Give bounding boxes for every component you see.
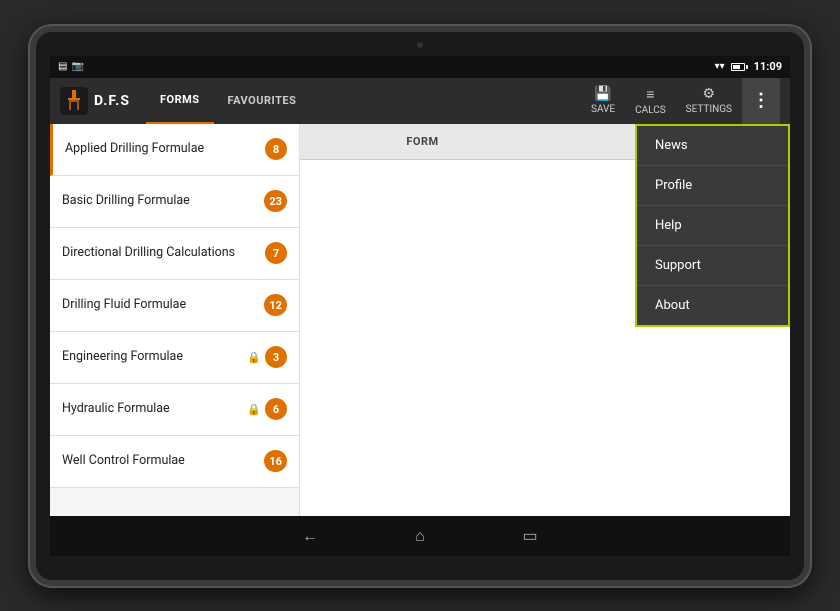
sidebar-item-right: 🔒 3	[247, 346, 287, 368]
dropdown-profile[interactable]: Profile	[637, 166, 788, 206]
screenshot-icon: ▤	[58, 61, 67, 72]
calcs-label: CALCS	[635, 105, 666, 116]
badge: 16	[264, 450, 287, 472]
app-name: D.F.S	[94, 93, 130, 109]
settings-icon: ⚙	[703, 86, 716, 102]
calcs-icon: ≡	[646, 86, 654, 103]
bottom-nav: ← ⌂ ▭	[50, 516, 790, 556]
badge: 23	[264, 190, 287, 212]
wifi-icon: ▾▾	[715, 61, 725, 72]
dropdown-support[interactable]: Support	[637, 246, 788, 286]
sidebar-item-directional-drilling[interactable]: Directional Drilling Calculations 7	[50, 228, 299, 280]
save-label: SAVE	[591, 104, 615, 115]
logo-area: D.F.S	[60, 87, 130, 115]
save-button[interactable]: 💾 SAVE	[581, 78, 625, 124]
badge: 7	[265, 242, 287, 264]
sidebar-item-right: 8	[265, 138, 287, 160]
status-bar-left: ▤ 📷	[58, 61, 84, 72]
sidebar-item-label: Drilling Fluid Formulae	[62, 297, 264, 313]
recent-icon: ▭	[522, 526, 537, 545]
app-logo	[60, 87, 88, 115]
status-bar: ▤ 📷 ▾▾ 11:09	[50, 56, 790, 78]
sidebar-item-drilling-fluid[interactable]: Drilling Fluid Formulae 12	[50, 280, 299, 332]
top-nav: D.F.S FORMS FAVOURITES 💾 SAVE ≡ CALCS ⚙ …	[50, 78, 790, 124]
home-button[interactable]: ⌂	[405, 526, 435, 546]
back-button[interactable]: ←	[295, 526, 325, 546]
right-panel: FORM METHOD News Profile Help Support Ab…	[300, 124, 790, 516]
calcs-button[interactable]: ≡ CALCS	[625, 78, 676, 124]
tablet-screen: ▤ 📷 ▾▾ 11:09	[50, 56, 790, 556]
sidebar-item-right: 23	[264, 190, 287, 212]
save-icon: 💾	[594, 86, 611, 102]
camera-dot	[417, 42, 423, 48]
sidebar-item-engineering[interactable]: Engineering Formulae 🔒 3	[50, 332, 299, 384]
more-button[interactable]: ⋮	[742, 78, 780, 124]
lock-icon: 🔒	[247, 351, 261, 364]
tab-forms[interactable]: FORMS	[146, 78, 214, 124]
sidebar-item-right: 16	[264, 450, 287, 472]
more-icon: ⋮	[752, 90, 770, 111]
sidebar-item-label: Engineering Formulae	[62, 349, 247, 365]
dropdown-menu: News Profile Help Support About	[635, 124, 790, 327]
clock: 11:09	[754, 60, 782, 73]
sidebar-item-label: Hydraulic Formulae	[62, 401, 247, 417]
sidebar-item-label: Basic Drilling Formulae	[62, 193, 264, 209]
status-bar-right: ▾▾ 11:09	[715, 60, 782, 73]
settings-label: SETTINGS	[686, 104, 732, 115]
sidebar-item-hydraulic[interactable]: Hydraulic Formulae 🔒 6	[50, 384, 299, 436]
sidebar-item-basic-drilling[interactable]: Basic Drilling Formulae 23	[50, 176, 299, 228]
sidebar-item-right: 7	[265, 242, 287, 264]
sidebar-item-label: Applied Drilling Formulae	[65, 141, 265, 157]
sidebar-item-label: Directional Drilling Calculations	[62, 245, 265, 261]
nav-actions: 💾 SAVE ≡ CALCS ⚙ SETTINGS ⋮	[581, 78, 780, 124]
dropdown-help[interactable]: Help	[637, 206, 788, 246]
back-icon: ←	[302, 526, 318, 545]
tablet-frame: ▤ 📷 ▾▾ 11:09	[30, 26, 810, 586]
sidebar-item-label: Well Control Formulae	[62, 453, 264, 469]
sidebar-item-well-control[interactable]: Well Control Formulae 16	[50, 436, 299, 488]
sidebar-item-right: 12	[264, 294, 287, 316]
main-content: Applied Drilling Formulae 8 Basic Drilli…	[50, 124, 790, 516]
lock-icon: 🔒	[247, 403, 261, 416]
settings-button[interactable]: ⚙ SETTINGS	[676, 78, 742, 124]
badge: 8	[265, 138, 287, 160]
battery-icon	[731, 63, 748, 71]
dropdown-about[interactable]: About	[637, 286, 788, 325]
dropdown-news[interactable]: News	[637, 126, 788, 166]
badge: 12	[264, 294, 287, 316]
sidebar-item-applied-drilling[interactable]: Applied Drilling Formulae 8	[50, 124, 299, 176]
home-icon: ⌂	[415, 526, 425, 545]
col-form: FORM	[300, 135, 545, 148]
sidebar: Applied Drilling Formulae 8 Basic Drilli…	[50, 124, 300, 516]
sidebar-item-right: 🔒 6	[247, 398, 287, 420]
recent-button[interactable]: ▭	[515, 526, 545, 545]
badge: 6	[265, 398, 287, 420]
tab-favourites[interactable]: FAVOURITES	[214, 78, 311, 124]
badge: 3	[265, 346, 287, 368]
notification-icon: 📷	[71, 61, 83, 72]
